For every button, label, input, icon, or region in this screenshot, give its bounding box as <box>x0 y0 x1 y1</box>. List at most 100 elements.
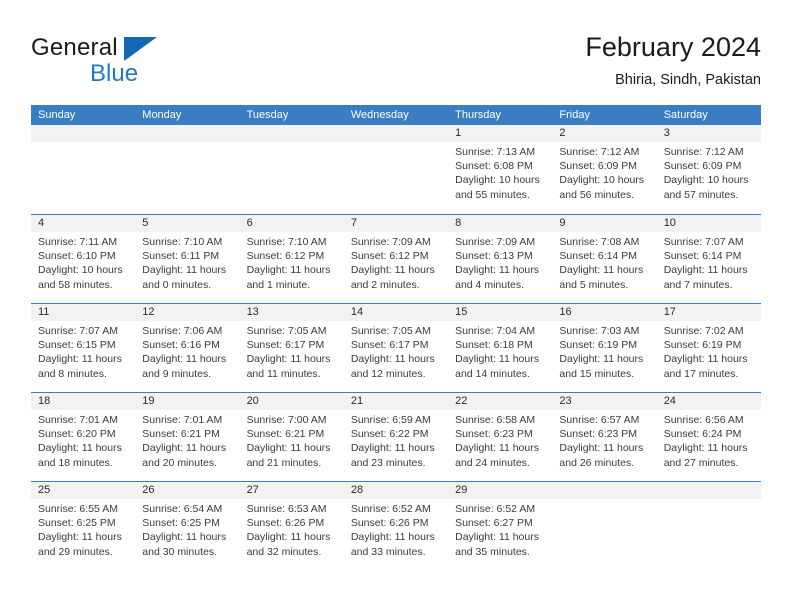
sunset-text: Sunset: 6:20 PM <box>38 428 116 441</box>
day-number: 2 <box>552 125 657 142</box>
calendar-day-cell[interactable]: 17 Sunrise: 7:02 AM Sunset: 6:19 PM Dayligh… <box>656 304 761 392</box>
sunset-text: Sunset: 6:13 PM <box>455 250 533 263</box>
daylight-text: Daylight: 10 hours and 56 minutes. <box>559 174 645 201</box>
calendar-day-cell[interactable]: 14 Sunrise: 7:05 AM Sunset: 6:17 PM Dayligh… <box>343 304 449 392</box>
day-number: 27 <box>239 482 344 499</box>
sunset-text: Sunset: 6:21 PM <box>246 428 325 441</box>
calendar-day-cell[interactable]: 22 Sunrise: 6:58 AM Sunset: 6:23 PM Dayligh… <box>448 393 553 481</box>
calendar-day-cell[interactable]: 27 Sunrise: 6:53 AM Sunset: 6:26 PM Dayligh… <box>239 482 344 570</box>
daylight-text: Daylight: 11 hours and 23 minutes. <box>350 442 435 469</box>
calendar-day-cell[interactable]: 1 Sunrise: 7:13 AM Sunset: 6:08 PM Daylight… <box>448 125 553 214</box>
calendar-week-row: 4 Sunrise: 7:11 AM Sunset: 6:10 PM Daylight… <box>31 214 761 303</box>
day-number <box>31 125 136 142</box>
sunset-text: Sunset: 6:23 PM <box>455 428 533 441</box>
sunrise-text: Sunrise: 7:02 AM <box>663 325 744 337</box>
daylight-text: Daylight: 11 hours and 18 minutes. <box>38 442 122 469</box>
calendar-day-cell[interactable]: 29 Sunrise: 6:52 AM Sunset: 6:27 PM Dayligh… <box>448 482 553 570</box>
calendar-day-cell[interactable]: 7 Sunrise: 7:09 AM Sunset: 6:12 PM Daylight… <box>343 215 449 303</box>
calendar-day-cell[interactable]: 25 Sunrise: 6:55 AM Sunset: 6:25 PM Dayligh… <box>31 482 136 570</box>
calendar-day-cell[interactable]: 19 Sunrise: 7:01 AM Sunset: 6:21 PM Dayligh… <box>135 393 240 481</box>
day-number: 24 <box>656 393 761 410</box>
daylight-text: Daylight: 11 hours and 35 minutes. <box>455 531 539 558</box>
weekday-header-saturday: Saturday <box>663 109 708 121</box>
sunset-text: Sunset: 6:09 PM <box>559 160 638 173</box>
day-sun-info: Sunrise: 6:59 AM Sunset: 6:22 PM Daylight:… <box>344 410 448 470</box>
day-number: 9 <box>552 215 657 232</box>
calendar-day-cell[interactable]: 3 Sunrise: 7:12 AM Sunset: 6:09 PM Daylight… <box>656 125 761 214</box>
day-sun-info: Sunrise: 6:52 AM Sunset: 6:26 PM Daylight:… <box>344 499 448 559</box>
daylight-text: Daylight: 11 hours and 7 minutes. <box>663 264 748 291</box>
day-sun-info: Sunrise: 7:06 AM Sunset: 6:16 PM Daylight:… <box>135 321 239 381</box>
day-number: 28 <box>343 482 449 499</box>
calendar-page: General Blue February 2024 Bhiria, Sindh… <box>0 0 792 612</box>
calendar-day-cell[interactable]: 13 Sunrise: 7:05 AM Sunset: 6:17 PM Dayligh… <box>239 304 344 392</box>
day-number: 10 <box>656 215 761 232</box>
day-sun-info: Sunrise: 6:57 AM Sunset: 6:23 PM Daylight:… <box>552 410 656 470</box>
day-number: 21 <box>343 393 449 410</box>
calendar-day-cell[interactable]: 5 Sunrise: 7:10 AM Sunset: 6:11 PM Daylight… <box>135 215 240 303</box>
sunset-text: Sunset: 6:25 PM <box>38 517 116 530</box>
sunrise-text: Sunrise: 7:09 AM <box>350 236 431 248</box>
calendar-day-cell[interactable]: 11 Sunrise: 7:07 AM Sunset: 6:15 PM Dayligh… <box>31 304 136 392</box>
calendar-day-cell[interactable]: 18 Sunrise: 7:01 AM Sunset: 6:20 PM Dayligh… <box>31 393 136 481</box>
weekday-header-tuesday: Tuesday <box>246 109 289 121</box>
sunset-text: Sunset: 6:11 PM <box>142 250 220 263</box>
calendar-day-cell-empty <box>656 482 761 570</box>
daylight-text: Daylight: 11 hours and 1 minute. <box>246 264 331 291</box>
calendar-day-cell[interactable]: 8 Sunrise: 7:09 AM Sunset: 6:13 PM Daylight… <box>448 215 553 303</box>
day-number: 3 <box>656 125 761 142</box>
day-sun-info: Sunrise: 6:55 AM Sunset: 6:25 PM Daylight:… <box>31 499 135 559</box>
sunrise-text: Sunrise: 6:58 AM <box>455 414 536 426</box>
calendar-day-cell[interactable]: 26 Sunrise: 6:54 AM Sunset: 6:25 PM Dayligh… <box>135 482 240 570</box>
calendar-day-cell[interactable]: 4 Sunrise: 7:11 AM Sunset: 6:10 PM Daylight… <box>31 215 136 303</box>
day-number: 14 <box>343 304 449 321</box>
calendar-day-cell[interactable]: 28 Sunrise: 6:52 AM Sunset: 6:26 PM Dayligh… <box>343 482 449 570</box>
calendar-day-cell[interactable]: 2 Sunrise: 7:12 AM Sunset: 6:09 PM Daylight… <box>552 125 657 214</box>
sunset-text: Sunset: 6:26 PM <box>350 517 429 530</box>
sunset-text: Sunset: 6:14 PM <box>663 250 742 263</box>
calendar-weeks: 1 Sunrise: 7:13 AM Sunset: 6:08 PM Daylight… <box>31 125 761 570</box>
calendar-day-cell[interactable]: 20 Sunrise: 7:00 AM Sunset: 6:21 PM Dayligh… <box>239 393 344 481</box>
daylight-text: Daylight: 11 hours and 29 minutes. <box>38 531 122 558</box>
sunset-text: Sunset: 6:15 PM <box>38 339 116 352</box>
day-sun-info: Sunrise: 7:02 AM Sunset: 6:19 PM Daylight:… <box>657 321 761 381</box>
calendar-day-cell[interactable]: 10 Sunrise: 7:07 AM Sunset: 6:14 PM Dayligh… <box>656 215 761 303</box>
sunrise-text: Sunrise: 6:55 AM <box>38 503 118 515</box>
sunrise-text: Sunrise: 6:57 AM <box>559 414 640 426</box>
sunrise-text: Sunrise: 7:04 AM <box>455 325 536 337</box>
calendar-day-cell[interactable]: 12 Sunrise: 7:06 AM Sunset: 6:16 PM Dayligh… <box>135 304 240 392</box>
weekday-header-sunday: Sunday <box>38 109 76 121</box>
day-number: 5 <box>135 215 240 232</box>
day-sun-info: Sunrise: 7:00 AM Sunset: 6:21 PM Daylight:… <box>240 410 344 470</box>
page-title: February 2024 <box>585 32 761 62</box>
day-number: 15 <box>448 304 553 321</box>
day-number: 12 <box>135 304 240 321</box>
calendar-day-cell-empty <box>343 125 449 214</box>
day-number: 13 <box>239 304 344 321</box>
day-number: 22 <box>448 393 553 410</box>
sunrise-text: Sunrise: 7:01 AM <box>38 414 118 426</box>
calendar-day-cell[interactable]: 16 Sunrise: 7:03 AM Sunset: 6:19 PM Dayligh… <box>552 304 657 392</box>
sunset-text: Sunset: 6:12 PM <box>246 250 325 263</box>
sunset-text: Sunset: 6:09 PM <box>663 160 742 173</box>
day-number: 20 <box>239 393 344 410</box>
daylight-text: Daylight: 11 hours and 26 minutes. <box>559 442 644 469</box>
day-number <box>552 482 657 499</box>
day-number: 4 <box>31 215 136 232</box>
calendar-day-cell[interactable]: 9 Sunrise: 7:08 AM Sunset: 6:14 PM Daylight… <box>552 215 657 303</box>
day-sun-info: Sunrise: 7:10 AM Sunset: 6:11 PM Daylight:… <box>135 232 239 292</box>
logo-text-blue: Blue <box>90 60 139 87</box>
calendar-day-cell[interactable]: 6 Sunrise: 7:10 AM Sunset: 6:12 PM Daylight… <box>239 215 344 303</box>
calendar-day-cell[interactable]: 21 Sunrise: 6:59 AM Sunset: 6:22 PM Dayligh… <box>343 393 449 481</box>
sunrise-text: Sunrise: 6:56 AM <box>663 414 744 426</box>
day-sun-info: Sunrise: 7:05 AM Sunset: 6:17 PM Daylight:… <box>344 321 448 381</box>
daylight-text: Daylight: 11 hours and 20 minutes. <box>142 442 227 469</box>
calendar-day-cell[interactable]: 15 Sunrise: 7:04 AM Sunset: 6:18 PM Dayligh… <box>448 304 553 392</box>
title-block: February 2024 Bhiria, Sindh, Pakistan <box>585 30 761 90</box>
calendar-day-cell[interactable]: 24 Sunrise: 6:56 AM Sunset: 6:24 PM Dayligh… <box>656 393 761 481</box>
day-number <box>135 125 240 142</box>
daylight-text: Daylight: 11 hours and 27 minutes. <box>663 442 748 469</box>
sunset-text: Sunset: 6:27 PM <box>455 517 533 530</box>
sunset-text: Sunset: 6:18 PM <box>455 339 533 352</box>
calendar-day-cell[interactable]: 23 Sunrise: 6:57 AM Sunset: 6:23 PM Dayligh… <box>552 393 657 481</box>
